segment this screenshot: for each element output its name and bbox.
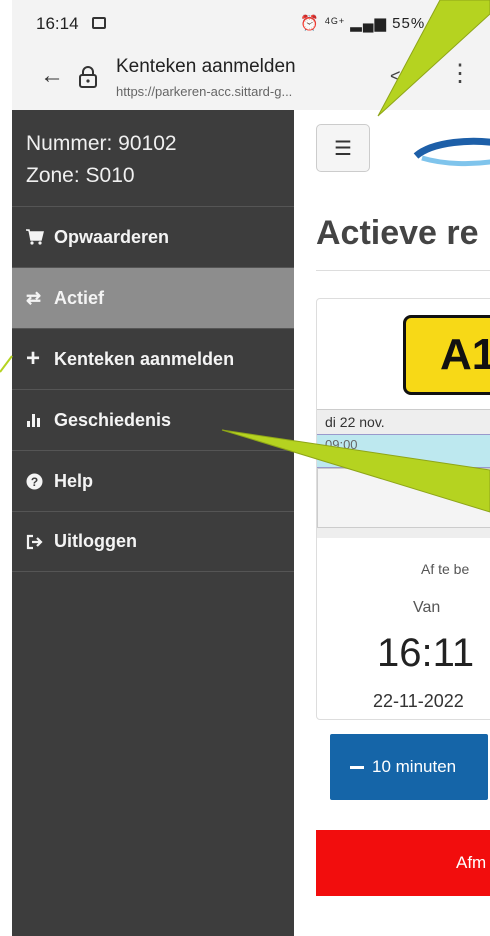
browser-address-bar: ← Kenteken aanmelden https://parkeren-ac…: [12, 44, 490, 111]
status-indicators: ⏰ 4G+ ▂▄▆ 55%: [300, 14, 438, 32]
account-zone: Zone: S010: [26, 164, 135, 187]
divider: [316, 270, 490, 271]
from-label: Van: [413, 599, 441, 616]
minutes-button-label: 10 minuten: [372, 757, 457, 776]
account-info: Nummer: 90102 Zone: S010: [26, 128, 177, 192]
cart-icon: [26, 229, 54, 245]
status-time: 16:14: [36, 14, 79, 33]
plus-icon: +: [26, 345, 41, 372]
side-drawer: Nummer: 90102 Zone: S010 Opwaarderen ⇄ A…: [12, 110, 294, 936]
from-date: 22-11-2022: [373, 691, 464, 711]
lock-icon[interactable]: [78, 66, 98, 88]
hamburger-icon: ☰: [334, 137, 352, 160]
menu-item-actief[interactable]: ⇄ Actief: [12, 267, 294, 328]
add-10-minutes-button[interactable]: 10 minuten: [330, 734, 488, 800]
menu-item-uitloggen[interactable]: Uitloggen: [12, 511, 294, 572]
alarm-icon: ⏰: [300, 15, 320, 32]
afmelden-button[interactable]: Afm: [316, 830, 490, 896]
sign-out-icon: [26, 534, 54, 550]
share-icon[interactable]: <: [390, 66, 401, 87]
menu-item-label: Opwaarderen: [54, 226, 170, 247]
menu-item-kenteken-aanmelden[interactable]: + Kenteken aanmelden: [12, 328, 294, 389]
page-title-bar[interactable]: Kenteken aanmelden: [116, 56, 296, 78]
license-plate: A1: [403, 315, 490, 395]
network-label: 4G+: [324, 16, 346, 26]
battery-icon: [430, 17, 438, 29]
reservation-card: A1 di 22 nov. 09:00 Af te be Van 16:11 2…: [316, 298, 490, 720]
menu-item-label: Kenteken aanmelden: [54, 348, 235, 369]
more-options-icon[interactable]: ⋮: [448, 62, 472, 86]
phone-screen: 16:14 ⏰ 4G+ ▂▄▆ 55% ← Kenteken aanmelden…: [12, 0, 490, 936]
callout-arrow-left: [0, 355, 13, 373]
calendar-body: [317, 468, 490, 528]
subheading: Af te be: [421, 561, 470, 577]
menu-item-opwaarderen[interactable]: Opwaarderen: [12, 206, 294, 267]
url-text[interactable]: https://parkeren-acc.sittard-g...: [116, 84, 292, 99]
logo: [413, 137, 490, 167]
question-circle-icon: ?: [26, 473, 54, 490]
page-heading: Actieve re: [316, 214, 479, 252]
gallery-icon: [92, 17, 106, 29]
menu-item-label: Geschiedenis: [54, 409, 172, 430]
menu-item-geschiedenis[interactable]: Geschiedenis: [12, 389, 294, 450]
back-arrow-icon[interactable]: ←: [40, 64, 64, 88]
drawer-menu: Opwaarderen ⇄ Actief + Kenteken aanmelde…: [12, 206, 294, 572]
battery-percent: 55%: [392, 15, 426, 32]
menu-toggle-button[interactable]: ☰: [316, 124, 370, 172]
menu-item-label: Actief: [54, 287, 105, 308]
calendar-bar: 09:00: [317, 434, 490, 468]
account-number: Nummer: 90102: [26, 132, 177, 155]
menu-item-help[interactable]: ? Help: [12, 450, 294, 511]
signal-icon: ▂▄▆: [350, 15, 387, 32]
status-bar: 16:14 ⏰ 4G+ ▂▄▆ 55%: [12, 0, 490, 44]
bar-chart-icon: [26, 412, 54, 428]
calendar-day: di 22 nov.: [325, 414, 385, 430]
calendar-time: 09:00: [325, 437, 358, 452]
calendar-strip: di 22 nov. 09:00: [317, 409, 490, 538]
afmelden-label: Afm: [456, 853, 487, 872]
from-time: 16:11: [377, 631, 475, 675]
minus-icon: [350, 765, 364, 769]
exchange-icon: ⇄: [26, 287, 42, 308]
menu-item-label: Help: [54, 470, 94, 491]
svg-text:?: ?: [31, 475, 38, 489]
menu-item-label: Uitloggen: [54, 531, 137, 551]
